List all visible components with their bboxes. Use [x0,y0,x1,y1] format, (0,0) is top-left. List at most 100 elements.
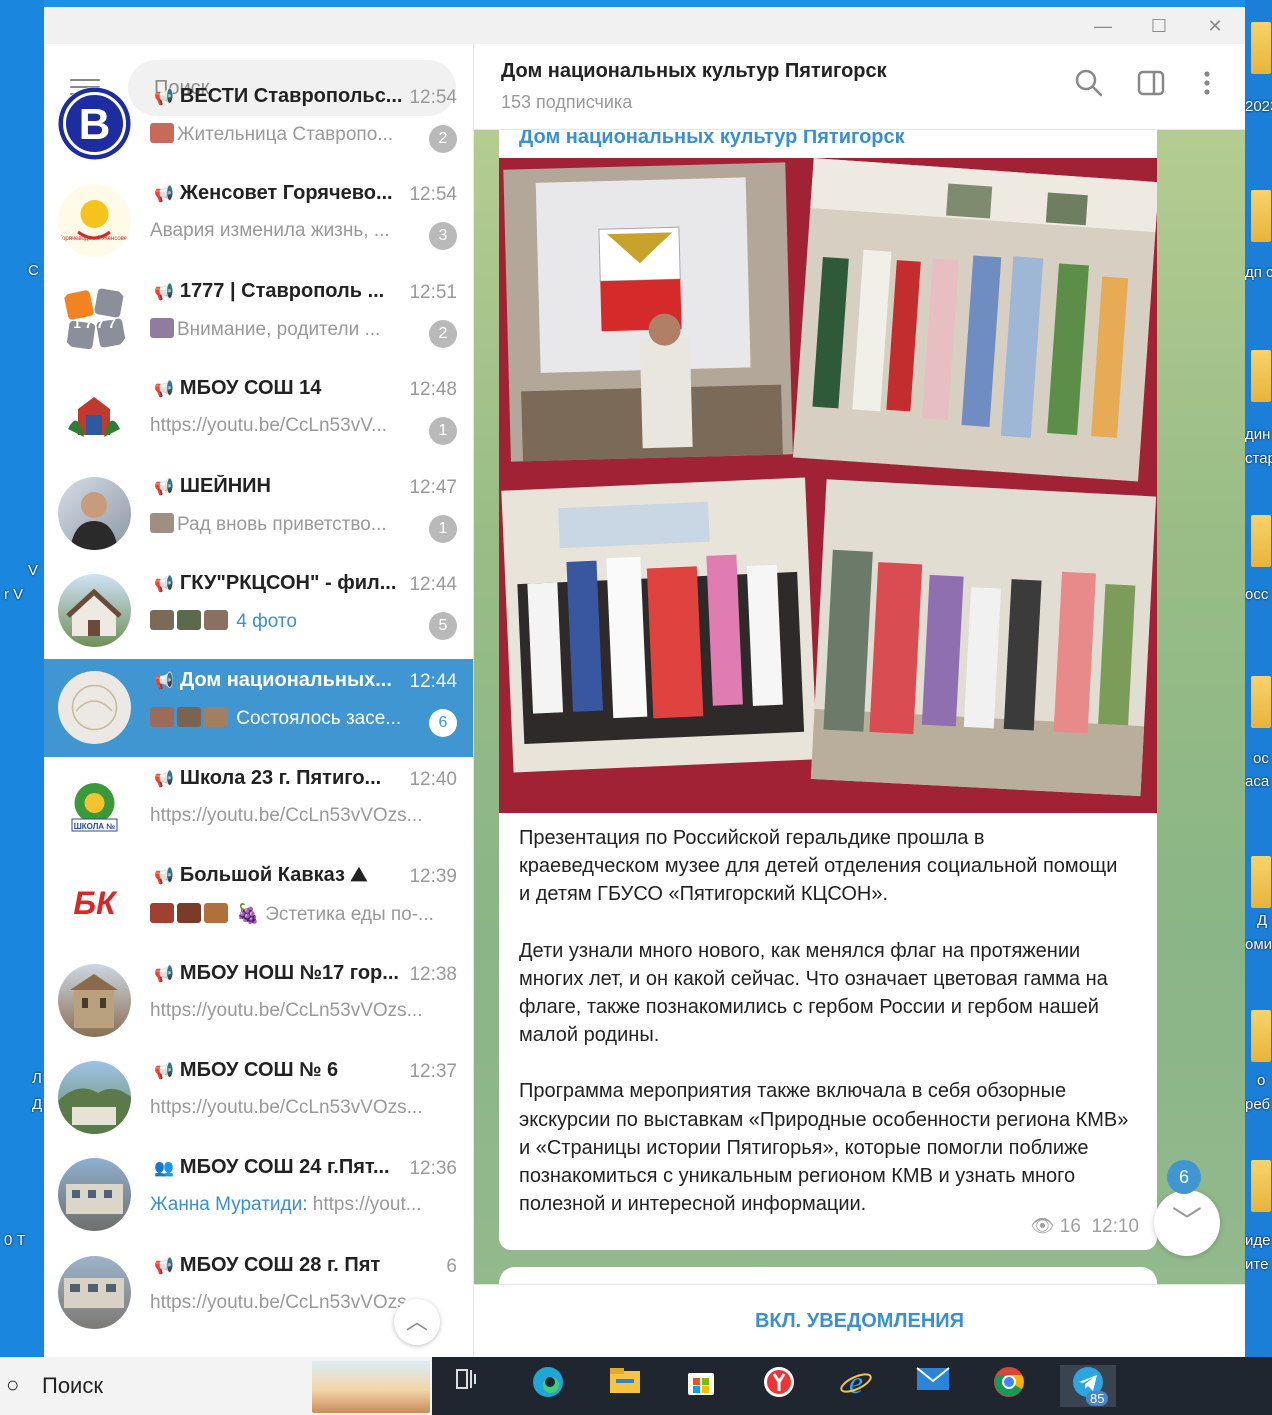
chat-time: 6 [446,1255,457,1277]
message-author[interactable]: Дом национальных культур Пятигорск [519,130,905,149]
folder-icon[interactable] [1251,190,1271,242]
chat-title: 📢 Дом национальных... [154,669,404,692]
chat-preview-text: Эстетика еды по-... [265,904,434,926]
folder-icon[interactable] [1251,1160,1271,1212]
maximize-button[interactable]: ☐ [1136,11,1182,41]
megaphone-icon: 📢 [154,1257,174,1275]
message-time: 12:10 [1091,1216,1139,1237]
chat-time: 12:38 [409,963,457,985]
chat-title-text: Большой Кавказ [179,864,345,887]
chat-preview-text: Состоялось засе... [236,708,402,730]
edge-browser-icon[interactable] [526,1365,570,1407]
search-icon: ○ [6,1372,20,1397]
taskbar-search[interactable]: ○ Поиск [0,1357,432,1415]
scroll-up-button[interactable]: ︿ [394,1299,440,1345]
mail-icon[interactable] [911,1365,955,1407]
chat-preview: 4 фото [150,609,422,633]
preview-sender: Жанна Муратиди: [150,1194,308,1216]
chat-item[interactable]: ШКОЛА № 📢 Школа 23 г. Пятиго... 12:40 htt… [44,757,473,854]
message-paragraph: Презентация по Российской геральдике про… [519,827,1118,906]
chat-title: 📢 МБОУ НОШ №17 гор... [154,962,404,985]
title-bar: — ☐ ✕ [44,7,1245,44]
message-photo-collage[interactable] [499,158,1157,813]
megaphone-icon: 📢 [154,673,174,691]
taskbar-search-label: Поиск [42,1373,103,1398]
chat-item-active[interactable]: 📢 Дом национальных... 12:44 Состоялось за… [44,659,473,757]
chat-preview: Состоялось засе... [150,707,422,730]
task-view-icon[interactable] [446,1365,490,1407]
megaphone-icon: 📢 [154,89,174,106]
desktop-icon-label: иде [1245,1232,1271,1249]
chat-title-text: МБОУ СОШ 14 [179,377,322,400]
svg-text:e: e [849,1365,863,1399]
chat-item[interactable]: 1 7 7 7 📢 1777 | Ставрополь ... 12:51 Вни… [44,270,473,367]
enable-notifications-button[interactable]: ВКЛ. УВЕДОМЛЕНИЯ [474,1284,1245,1357]
chat-preview: https://youtu.be/CcLn53vV... [150,415,387,437]
chat-time: 12:54 [409,184,457,206]
avatar: ШКОЛА № [58,768,131,842]
chat-item[interactable]: БК 📢 Большой Кавказ ⛰ 12:39 🍇 Эстетика ед… [44,854,473,951]
chat-preview: Авария изменила жизнь, ... [150,220,390,242]
folder-icon[interactable] [1251,1010,1271,1062]
avatar [58,671,131,745]
folder-icon[interactable] [1251,350,1271,402]
chat-item[interactable]: Горячеводский Женсовет 📢 Женсовет Горячев… [44,172,473,269]
chat-preview-text: Внимание, родители ... [177,318,381,340]
desktop-icon-label: ос [1253,750,1269,767]
avatar-letter: В [79,100,111,149]
chat-time: 12:48 [409,379,457,401]
file-explorer-icon[interactable] [603,1365,647,1407]
folder-icon[interactable] [1251,676,1271,728]
chat-title-text: ШЕЙНИН [179,474,271,497]
chat-item[interactable]: 📢 ГКУ"РКЦСОН" - фил... 12:44 4 фото 5 [44,562,473,659]
folder-icon[interactable] [1251,856,1271,908]
microsoft-store-icon[interactable] [679,1365,723,1407]
preview-thumbnail [150,707,174,728]
chat-item[interactable]: 👥 МБОУ СОШ 24 г.Пят... 12:36 Жанна Мурати… [44,1146,473,1243]
avatar: 1 7 7 7 [58,281,131,355]
chat-preview-text: Жительница Ставропо... [177,124,394,145]
chevron-down-icon: ﹀ [1172,1206,1202,1239]
desktop-left-label: C [28,262,39,279]
desktop-left-label: Л [32,1070,42,1087]
chat-item[interactable]: 📢 МБОУ СОШ 14 12:48 https://youtu.be/CcLn… [44,367,473,464]
unread-badge: 1 [429,514,457,543]
minimize-button[interactable]: — [1080,11,1126,41]
chat-preview: https://youtu.be/CcLn53vVOzs... [150,804,423,826]
close-button[interactable]: ✕ [1192,11,1238,41]
chat-time: 12:36 [409,1158,457,1180]
chat-item[interactable]: В 📢 ВЕСТИ Ставропольс... 12:54 Жительница… [44,75,473,172]
chat-header[interactable]: Дом национальных культур Пятигорск 153 п… [474,44,1245,130]
chat-item[interactable]: 📢 МБОУ НОШ №17 гор... 12:38 https://youtu… [44,952,473,1049]
chat-item[interactable]: 📢 МБОУ СОШ № 6 12:37 https://youtu.be/CcL… [44,1049,473,1146]
chat-title-text: ГКУ"РКЦСОН" - фил... [179,571,397,594]
folder-icon[interactable] [1251,515,1271,567]
chat-time: 12:37 [409,1060,457,1082]
yandex-browser-icon[interactable] [757,1365,801,1407]
more-options-icon[interactable] [1189,68,1225,104]
chat-preview: Жительница Ставропо... [150,123,422,146]
desktop-icon-label: стар [1245,450,1272,467]
folder-icon[interactable] [1251,22,1271,74]
message-meta: 👁 16 12:10 [1030,1214,1139,1238]
channel-message[interactable]: Дом национальных культур Пятигорск Презе… [499,130,1157,1250]
sidebar-toggle-icon[interactable] [1133,68,1169,104]
grapes-emoji-icon: 🍇 [236,904,260,926]
search-icon[interactable] [1071,68,1107,104]
chat-preview: 🍇 Эстетика еды по-... [150,902,460,926]
telegram-window: — ☐ ✕ Поиск В 📢 ВЕСТИ Ставропольс... 12:5… [44,7,1245,1357]
scroll-down-button[interactable]: ﹀ [1154,1190,1220,1256]
chat-title: 📢 ГКУ"РКЦСОН" - фил... [154,572,404,595]
chrome-icon[interactable] [987,1365,1031,1407]
preview-thumbnail [150,123,174,143]
unread-badge: 6 [429,709,457,738]
megaphone-icon: 📢 [154,965,174,983]
taskbar: ○ Поиск e 85 [0,1357,1272,1415]
chat-title: 📢 Школа 23 г. Пятиго... [154,767,404,790]
megaphone-icon: 📢 [154,575,174,593]
preview-thumbnail [177,609,201,630]
internet-explorer-icon[interactable]: e [834,1364,878,1407]
avatar [58,1158,131,1232]
chat-time: 12:44 [409,573,457,595]
chat-item[interactable]: 📢 ШЕЙНИН 12:47 Рад вновь приветство... 1 [44,465,473,562]
